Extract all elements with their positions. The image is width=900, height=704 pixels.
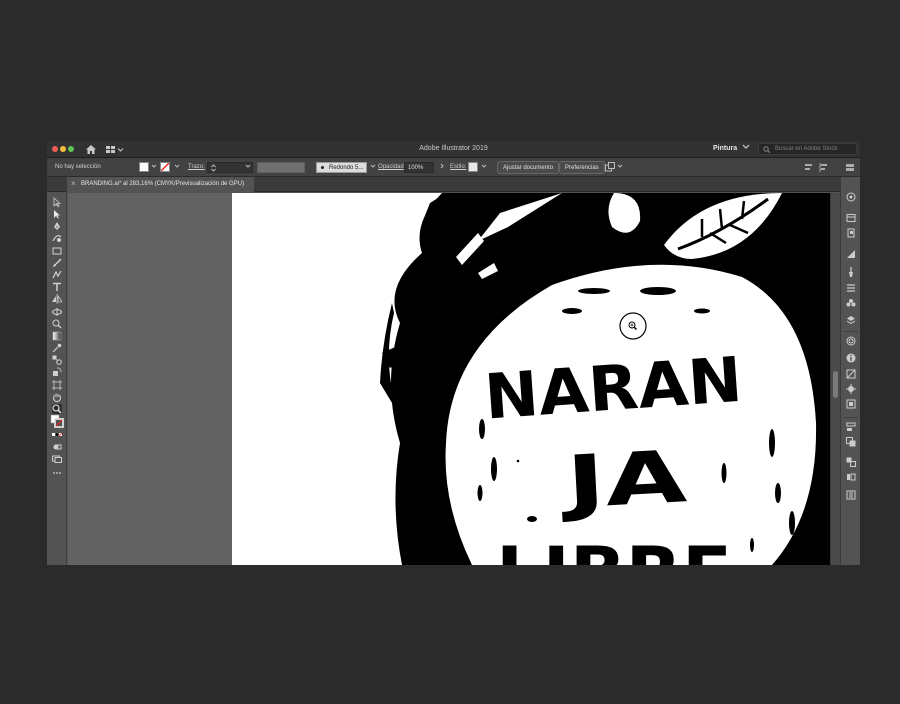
tools-panel [47,192,67,565]
workspace-switcher[interactable]: Pintura [713,144,750,152]
edit-toolbar-icon[interactable] [52,468,62,478]
variable-width-profile[interactable] [257,162,305,173]
graphic-style-swatch[interactable] [468,162,478,172]
blend-tool-icon[interactable] [52,355,62,365]
document-tab[interactable]: × BRANDING.ai* al 283,16% (CMYK/Previsua… [67,177,255,192]
layers-icon[interactable] [846,315,856,325]
width-tool-icon[interactable] [52,307,62,317]
document-info-icon[interactable] [846,228,856,238]
symbols-icon[interactable] [846,298,856,308]
pen-tool-icon[interactable] [52,221,62,231]
chevron-down-icon[interactable] [617,162,623,170]
color-modes-icon[interactable] [52,430,62,440]
document-tab-bar: × BRANDING.ai* al 283,16% (CMYK/Previsua… [47,177,860,192]
appearance-icon[interactable] [846,336,856,346]
selection-status: No hay selección [55,164,101,170]
chevron-down-icon[interactable] [151,162,157,170]
artboard[interactable]: NARAN JA LIBRE [232,193,833,565]
zoom-tool-icon[interactable] [52,404,62,414]
none-swatch-icon [160,162,170,172]
chevron-down-icon[interactable] [481,162,487,170]
gradient-tool-icon[interactable] [52,331,62,341]
adobe-stock-search[interactable]: Buscar en Adobe Stock [758,143,857,155]
hand-tool-icon[interactable] [52,392,62,402]
fill-swatch[interactable] [139,162,149,172]
fill-stroke-swatches-icon[interactable] [50,414,65,428]
preferences-button[interactable]: Preferencias [559,161,605,174]
vertical-scrollbar[interactable] [830,193,840,565]
align-icons[interactable] [805,163,855,172]
chevron-down-icon[interactable] [370,162,376,170]
shape-builder-tool-icon[interactable] [52,319,62,329]
rectangle-tool-icon[interactable] [52,246,62,256]
color-guide-icon[interactable] [846,192,856,202]
chevron-down-icon[interactable] [245,162,251,170]
graphic-styles-icon[interactable] [846,369,856,379]
search-icon [763,146,771,153]
chevron-down-icon [742,144,750,149]
chevron-right-icon[interactable] [439,162,445,170]
chevron-down-icon[interactable] [174,162,180,170]
stepper-icon[interactable] [211,164,216,172]
style-label[interactable]: Estilo: [450,164,466,170]
scrollbar-thumb[interactable] [833,371,838,398]
direct-selection-tool-icon[interactable] [52,209,62,219]
brushes-icon[interactable] [846,267,856,277]
transparency-icon[interactable] [846,283,856,293]
brush-definition-dropdown[interactable]: Redondo 5... [316,162,367,173]
dock-separator [844,417,858,418]
control-bar: No hay selección Trazo: Redondo 5... Opa… [47,158,860,177]
selection-tool-icon[interactable] [52,197,62,207]
close-tab-icon[interactable]: × [71,180,78,188]
drawing-modes-icon[interactable] [52,442,62,452]
screen-mode-icon[interactable] [52,454,62,464]
brush-label: Redondo 5... [329,165,364,171]
navigator-icon[interactable] [846,384,856,394]
artboard-tool-icon[interactable] [52,380,62,390]
align-icon[interactable] [846,422,856,432]
select-similar-icon[interactable] [605,162,615,172]
artboards-panel-icon[interactable] [846,399,856,409]
asset-export-icon[interactable] [846,490,856,500]
opacity-label[interactable]: Opacidad [378,164,404,170]
zoom-cursor-icon [619,312,647,340]
gradient-icon[interactable] [846,249,856,259]
search-placeholder: Buscar en Adobe Stock [775,146,838,152]
document-setup-button[interactable]: Ajustar documento [497,161,560,174]
type-tool-icon[interactable] [52,282,62,292]
panel-dock [840,177,860,565]
dock-separator [844,331,858,332]
lettering-line-3: LIBRE [496,532,732,565]
info-icon[interactable] [846,353,856,363]
document-tab-label: BRANDING.ai* al 283,16% (CMYK/Previsuali… [81,181,245,187]
transform-icon[interactable] [846,457,856,467]
naranja-libre-artwork[interactable]: NARAN JA LIBRE [232,193,833,565]
paintbrush-tool-icon[interactable] [52,258,62,268]
title-bar: Adobe Illustrator 2019 Pintura Buscar en… [47,141,860,158]
libraries-icon[interactable] [846,213,856,223]
workspace-label: Pintura [713,145,738,152]
curvature-tool-icon[interactable] [52,233,62,243]
pasteboard[interactable]: NARAN JA LIBRE [68,193,833,565]
artboards-icon[interactable] [846,472,856,482]
brush-dot-icon [321,166,324,169]
reflect-tool-icon[interactable] [52,294,62,304]
lettering-line-2: JA [557,434,689,525]
eyedropper-tool-icon[interactable] [52,343,62,353]
illustrator-window: Adobe Illustrator 2019 Pintura Buscar en… [47,141,860,565]
stroke-swatch[interactable] [160,162,170,172]
opacity-field[interactable]: 100% [404,162,434,173]
symbol-sprayer-tool-icon[interactable] [52,367,62,377]
pathfinder-icon[interactable] [846,437,856,447]
stroke-label[interactable]: Trazo: [188,164,205,170]
shaper-tool-icon[interactable] [52,270,62,280]
